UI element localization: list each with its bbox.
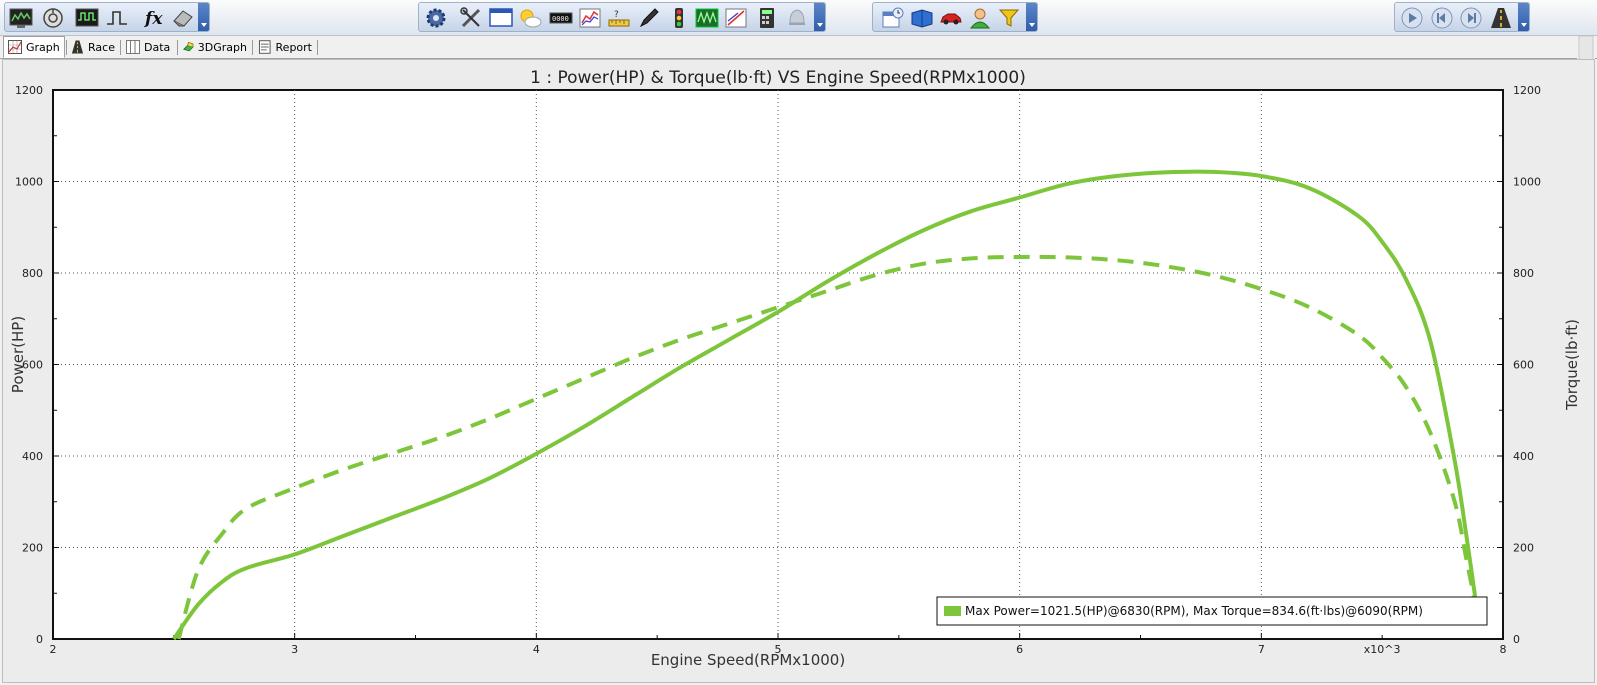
x-tick-label: 3 xyxy=(291,643,298,656)
power-torque-chart[interactable]: 1 : Power(HP) & Torque(lb·ft) VS Engine … xyxy=(3,60,1594,682)
y-left-tick-label: 400 xyxy=(22,450,43,463)
play-icon[interactable] xyxy=(1400,6,1424,30)
svg-text:?: ? xyxy=(614,10,619,20)
y-right-tick-label: 1200 xyxy=(1513,84,1541,97)
y-right-tick-label: 600 xyxy=(1513,359,1534,372)
tab-graph-label: Graph xyxy=(26,40,60,54)
svg-text:fx: fx xyxy=(144,9,163,29)
view-tabs: Graph Race Data 3DGraph Report xyxy=(0,36,1597,59)
table-icon xyxy=(126,40,140,54)
pulse-icon[interactable] xyxy=(105,6,129,30)
toolbar-group-playback xyxy=(1394,2,1530,32)
toolbar-group-playback-menu[interactable] xyxy=(1518,3,1529,31)
tab-data[interactable]: Data xyxy=(122,37,176,57)
x-axis-label: Engine Speed(RPMx1000) xyxy=(651,651,845,669)
y-left-tick-label: 0 xyxy=(36,633,43,646)
bell-icon[interactable] xyxy=(785,6,809,30)
traffic-light-icon[interactable] xyxy=(667,6,691,30)
refresh-dial-icon[interactable] xyxy=(41,6,65,30)
vertical-scrollbar[interactable] xyxy=(1577,35,1595,61)
y-right-tick-label: 400 xyxy=(1513,450,1534,463)
user-icon[interactable] xyxy=(968,6,992,30)
filter-icon[interactable] xyxy=(997,6,1021,30)
chart-title: 1 : Power(HP) & Torque(lb·ft) VS Engine … xyxy=(530,68,1026,88)
svg-text:0000: 0000 xyxy=(552,15,569,23)
y-left-tick-label: 1200 xyxy=(15,84,43,97)
x-axis-multiplier: x10^3 xyxy=(1364,643,1401,656)
road-icon xyxy=(71,40,84,54)
legend-swatch xyxy=(944,606,961,616)
toolbar-group-data xyxy=(872,2,1038,32)
toolbar-group-file: fx xyxy=(4,2,210,32)
y-left-tick-label: 200 xyxy=(22,542,43,555)
car-icon[interactable] xyxy=(939,6,963,30)
y-right-tick-label: 200 xyxy=(1513,542,1534,555)
x-tick-label: 7 xyxy=(1258,643,1265,656)
main-toolbar: fx 0000 ? xyxy=(0,0,1597,36)
graph-icon xyxy=(8,40,22,54)
x-tick-label: 8 xyxy=(1500,643,1507,656)
graph-edit-icon[interactable] xyxy=(724,6,748,30)
tab-divider xyxy=(177,40,178,55)
road-icon[interactable] xyxy=(1489,6,1513,30)
tab-divider xyxy=(317,40,318,55)
tab-report-label: Report xyxy=(275,40,312,54)
display-icon[interactable]: 0000 xyxy=(549,6,573,30)
tools-icon[interactable] xyxy=(459,6,483,30)
chart-legend: Max Power=1021.5(HP)@6830(RPM), Max Torq… xyxy=(936,596,1488,626)
function-icon[interactable]: fx xyxy=(143,6,167,30)
eraser-icon[interactable] xyxy=(171,6,195,30)
toolbar-group-data-menu[interactable] xyxy=(1026,3,1037,31)
tab-race-label: Race xyxy=(88,40,115,54)
monitor-icon[interactable] xyxy=(9,6,33,30)
weather-icon[interactable] xyxy=(518,6,542,30)
y-axis-right-label: Torque(lb·ft) xyxy=(1563,319,1581,411)
y-left-tick-label: 800 xyxy=(22,267,43,280)
tab-divider xyxy=(252,40,253,55)
next-icon[interactable] xyxy=(1459,6,1483,30)
y-right-tick-label: 1000 xyxy=(1513,176,1541,189)
pen-icon[interactable] xyxy=(637,6,661,30)
y-left-tick-label: 1000 xyxy=(15,176,43,189)
x-tick-label: 4 xyxy=(533,643,540,656)
toolbar-group-file-menu[interactable] xyxy=(198,3,209,31)
waveform-icon[interactable] xyxy=(695,6,719,30)
tab-3dgraph[interactable]: 3DGraph xyxy=(179,37,251,57)
calendar-icon[interactable] xyxy=(881,6,905,30)
y-right-tick-label: 800 xyxy=(1513,267,1534,280)
chart-icon[interactable] xyxy=(578,6,602,30)
toolbar-group-tools-menu[interactable] xyxy=(814,3,825,31)
gear-icon[interactable] xyxy=(424,6,448,30)
tab-race[interactable]: Race xyxy=(67,37,119,57)
tab-3dgraph-label: 3DGraph xyxy=(197,40,247,54)
y-axis-left-label: Power(HP) xyxy=(9,316,27,393)
previous-icon[interactable] xyxy=(1430,6,1454,30)
toolbar-group-tools: 0000 ? xyxy=(418,2,826,32)
tab-report[interactable]: Report xyxy=(254,37,316,57)
scope-icon[interactable] xyxy=(75,6,99,30)
window-icon[interactable] xyxy=(489,6,513,30)
graph-panel: 1 : Power(HP) & Torque(lb·ft) VS Engine … xyxy=(2,59,1595,683)
x-tick-label: 6 xyxy=(1016,643,1023,656)
calculator-icon[interactable] xyxy=(755,6,779,30)
y-right-tick-label: 0 xyxy=(1513,633,1520,646)
tab-data-label: Data xyxy=(144,40,171,54)
x-tick-label: 2 xyxy=(50,643,57,656)
ruler-icon[interactable]: ? xyxy=(607,6,631,30)
book-icon[interactable] xyxy=(910,6,934,30)
tab-graph[interactable]: Graph xyxy=(3,36,65,58)
report-icon xyxy=(258,40,271,54)
legend-text: Max Power=1021.5(HP)@6830(RPM), Max Torq… xyxy=(965,604,1423,618)
tab-divider xyxy=(120,40,121,55)
3d-graph-icon xyxy=(183,41,194,52)
